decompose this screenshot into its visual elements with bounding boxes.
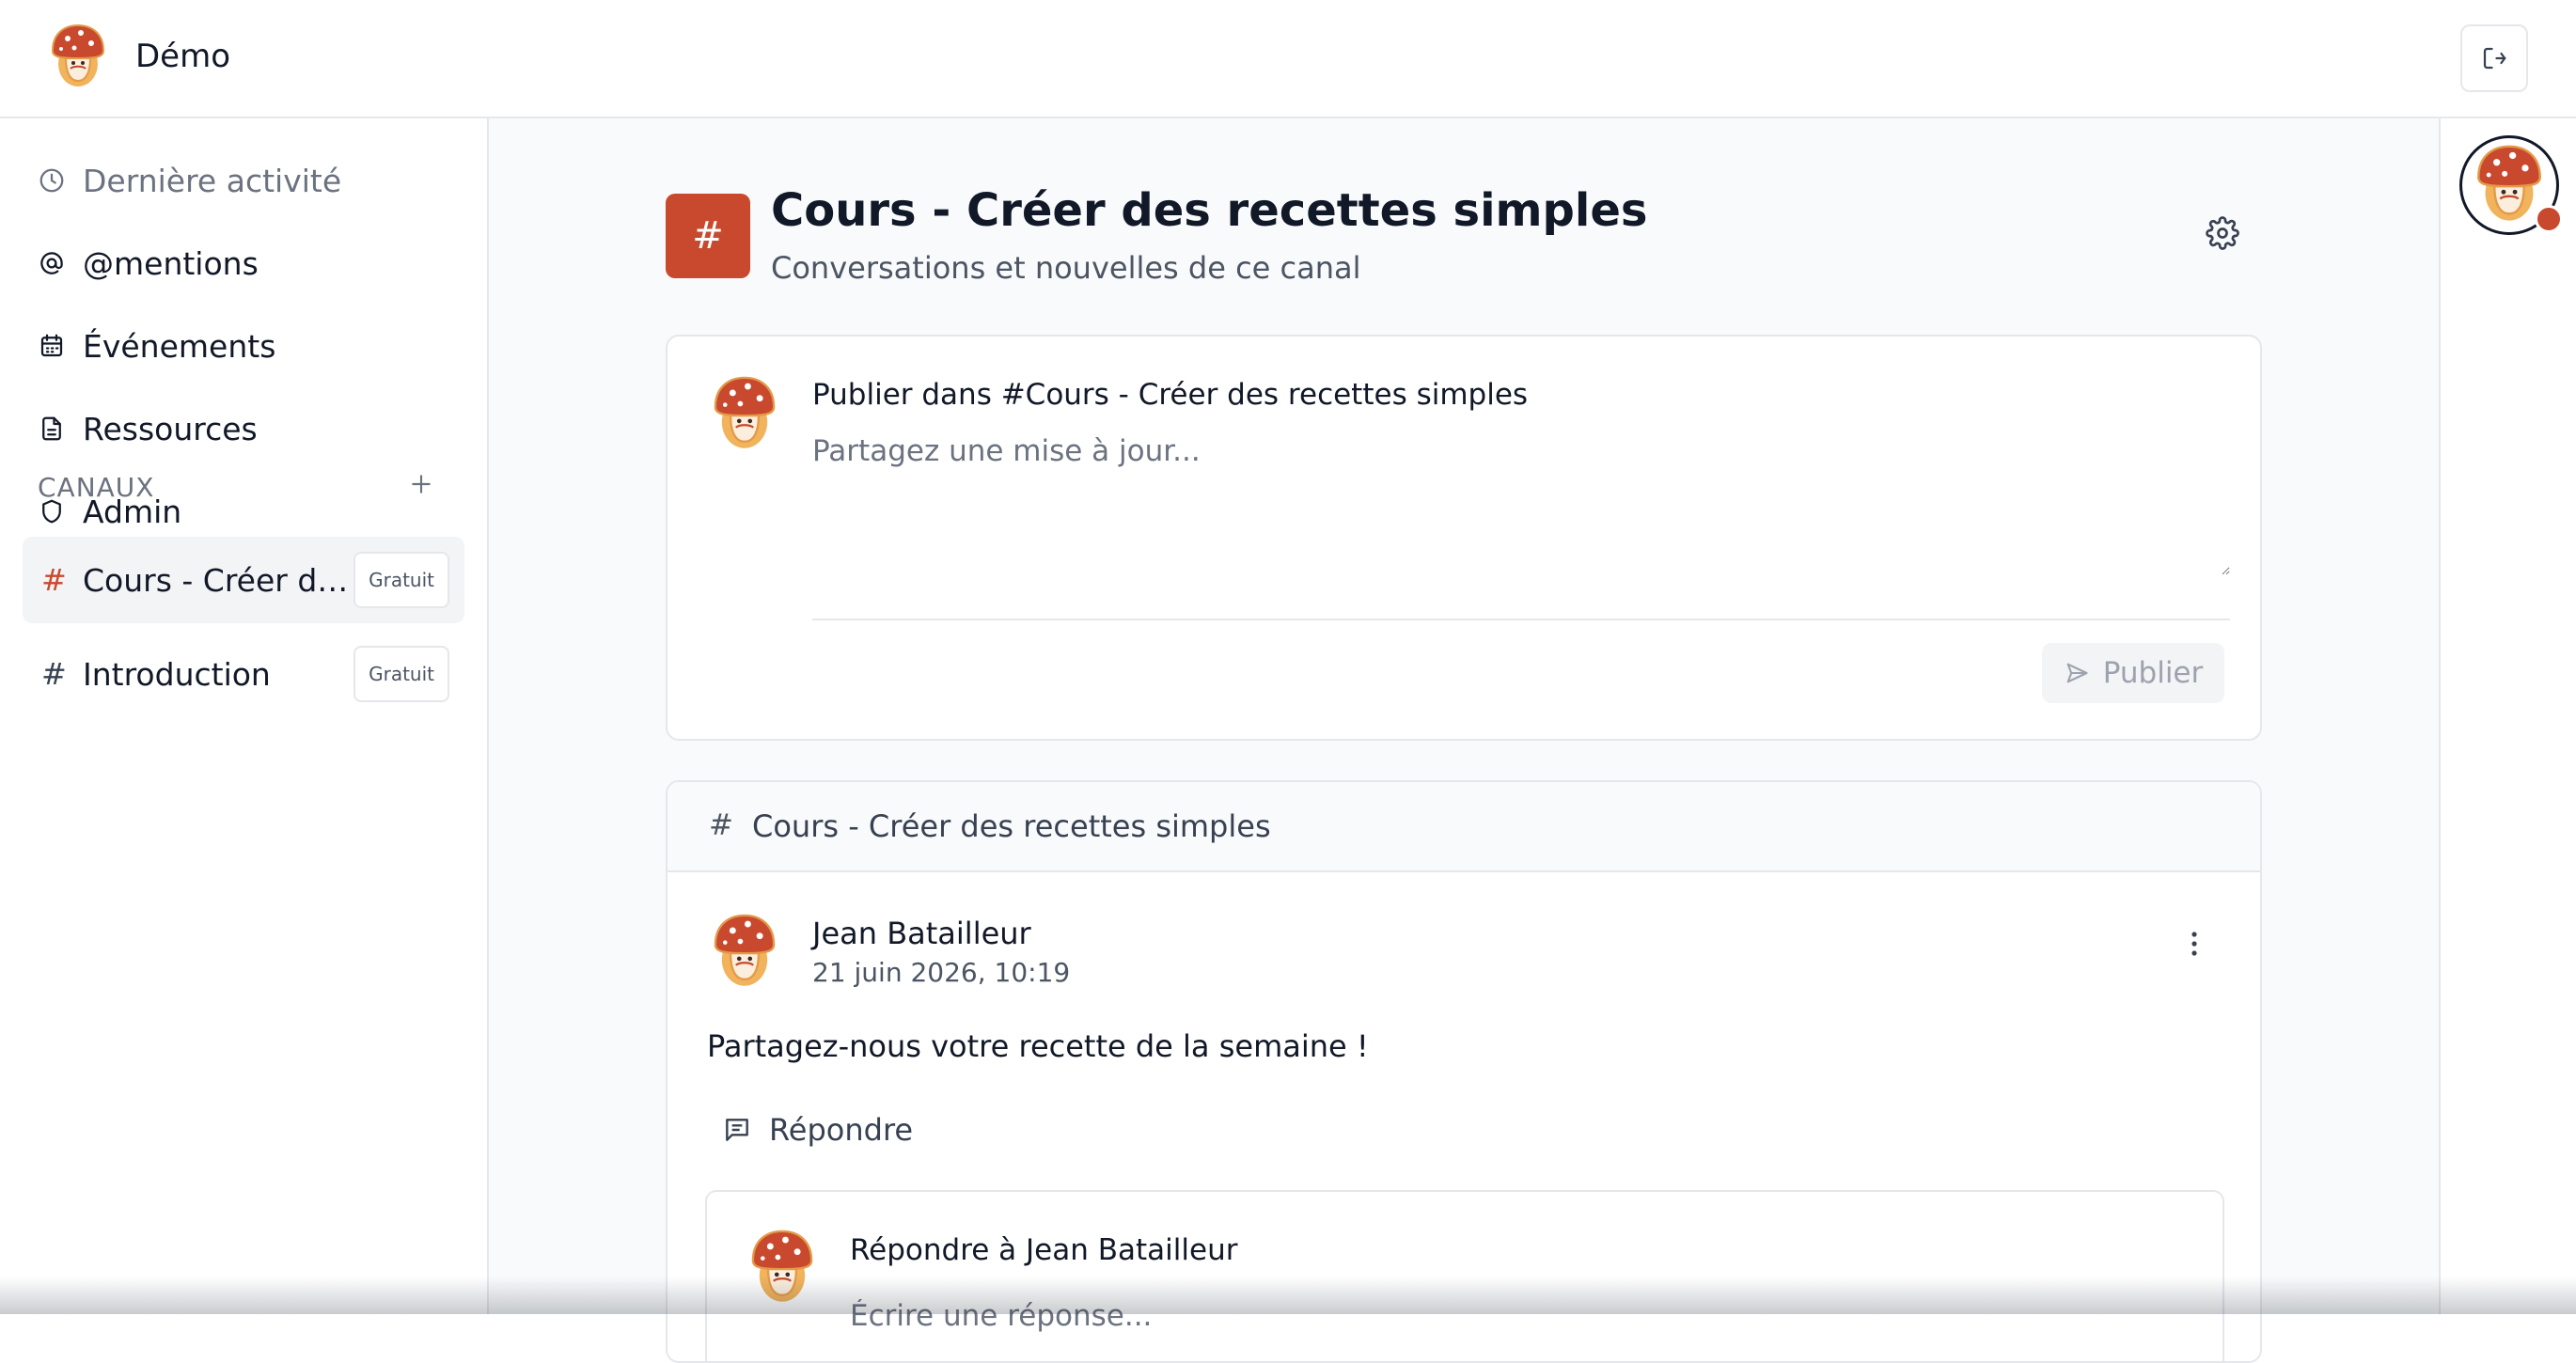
page-subtitle: Conversations et nouvelles de ce canal [771,250,1361,286]
top-bar: Démo [0,0,2576,118]
channel-icon: # [666,194,750,278]
channel-feed: # Cours - Créer des recettes simples Jea… [666,780,2262,1363]
nav-label: Dernière activité [83,162,342,199]
nav-latest-activity[interactable]: Dernière activité [38,152,470,209]
post-author[interactable]: Jean Batailleur [812,916,1031,951]
post-menu-button[interactable] [2175,925,2213,963]
clock-icon [39,168,64,193]
reply-label: Répondre [769,1112,914,1148]
nav-mentions[interactable]: @mentions [38,235,470,291]
status-badge [2535,205,2563,233]
post-body: Partagez-nous votre recette de la semain… [707,1028,1369,1064]
channel-name: Cours - Créer des recettes simples [83,561,355,599]
app-name[interactable]: Démo [135,38,230,75]
channel-badge: Gratuit [353,646,449,702]
add-channel-button[interactable] [402,465,440,503]
composer-title: Publier dans #Cours - Créer des recettes… [812,378,1529,412]
channel-hash: # [41,562,67,598]
reply-composer: Répondre à Jean Batailleur [705,1190,2224,1361]
sidebar: Dernière activité @mentions Événements R… [0,118,489,1314]
publish-label: Publier [2102,656,2204,690]
reply-button[interactable]: Répondre [722,1102,913,1158]
logout-icon [2483,47,2506,70]
feed-hash: # [709,808,733,842]
page-title: Cours - Créer des recettes simples [771,184,1648,237]
comment-icon [726,1119,748,1141]
nav-label: @mentions [83,244,259,282]
logout-button[interactable] [2460,24,2528,92]
feed-channel-name: Cours - Créer des recettes simples [752,808,1271,844]
send-icon [2066,663,2088,683]
nav-events[interactable]: Événements [38,318,470,374]
avatar [746,1228,818,1308]
reply-input[interactable] [850,1288,2185,1344]
channel-hash: # [41,656,67,692]
nav-label: Événements [83,327,276,365]
post-composer: Publier dans #Cours - Créer des recettes… [666,335,2262,741]
calendar-icon [40,334,63,357]
channel-name: Introduction [83,655,271,693]
post-textarea[interactable] [812,434,2230,575]
more-vertical-icon [2191,932,2197,956]
channels-section-title: CANAUX [38,472,155,503]
post-timestamp: 21 juin 2026, 10:19 [812,957,1071,988]
publish-button[interactable]: Publier [2042,643,2224,703]
nav-label: Ressources [83,410,258,447]
channel-settings-button[interactable] [2204,214,2241,252]
plus-icon [412,475,431,494]
channel-item-introduction[interactable]: # Introduction Gratuit [23,631,464,717]
channel-item-cours[interactable]: # Cours - Créer des recettes simples Gra… [23,537,464,623]
avatar[interactable] [709,912,780,993]
document-icon [42,416,61,441]
right-rail [2439,118,2576,1314]
avatar [709,374,780,455]
gear-icon [2206,216,2239,250]
at-icon [40,252,63,274]
reply-title: Répondre à Jean Batailleur [850,1233,1238,1267]
nav-resources[interactable]: Ressources [38,400,470,457]
feed-header: # Cours - Créer des recettes simples [668,782,2260,872]
divider [812,619,2230,620]
mushroom-logo-icon[interactable] [47,23,109,92]
channel-badge: Gratuit [353,552,449,608]
